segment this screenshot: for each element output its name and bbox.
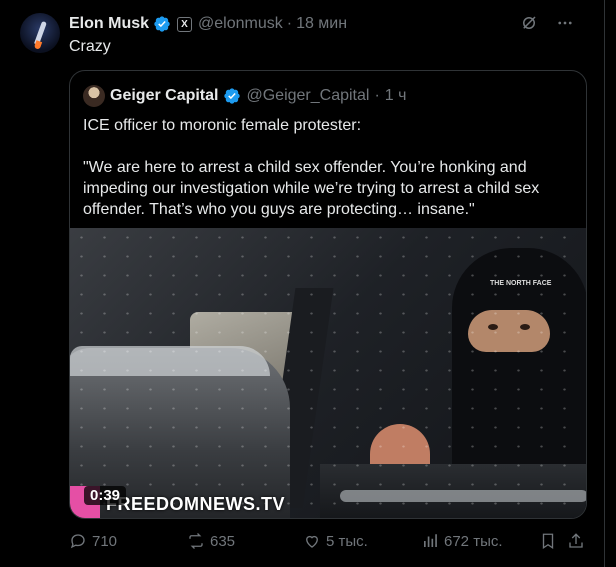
avatar[interactable] — [20, 13, 60, 53]
verified-icon — [224, 88, 241, 104]
share-icon — [569, 533, 583, 548]
like-count: 5 тыс. — [326, 532, 368, 550]
bookmark-button[interactable] — [539, 532, 567, 550]
bookmark-icon — [542, 533, 554, 550]
repost-count: 635 — [210, 532, 236, 550]
quote-header: Geiger Capital @Geiger_Capital · 1 ч — [83, 85, 406, 107]
repost-button[interactable]: 635 — [187, 532, 303, 550]
tweet-header: Elon Musk X @elonmusk · 18 мин — [69, 14, 347, 34]
quote-paragraph-2: "We are here to arrest a child sex offen… — [83, 159, 540, 218]
quote-author-handle[interactable]: @Geiger_Capital — [246, 87, 369, 105]
repost-icon — [189, 533, 203, 549]
like-button[interactable]: 5 тыс. — [303, 532, 421, 550]
header-actions — [520, 14, 574, 32]
flame-icon — [33, 40, 43, 50]
video-snowflakes — [70, 228, 586, 518]
dot-separator: · — [286, 15, 293, 32]
reply-icon — [70, 534, 85, 549]
views-button[interactable]: 672 тыс. — [421, 532, 539, 550]
views-icon — [424, 534, 437, 547]
quote-time[interactable]: 1 ч — [385, 87, 407, 105]
video-player[interactable]: THE NORTH FACE FREEDOMNEWS.TV 0:39 — [70, 228, 586, 518]
views-count: 672 тыс. — [444, 532, 503, 550]
reply-button[interactable]: 710 — [69, 532, 187, 550]
tweet-time[interactable]: 18 мин — [296, 15, 347, 33]
share-button[interactable] — [567, 532, 585, 550]
affiliate-badge[interactable]: X — [177, 16, 193, 32]
quote-avatar[interactable] — [83, 85, 105, 107]
tweet-frame: Elon Musk X @elonmusk · 18 мин Crazy Gei… — [0, 0, 605, 567]
quoted-tweet[interactable]: Geiger Capital @Geiger_Capital · 1 ч ICE… — [69, 70, 587, 519]
author-handle[interactable]: @elonmusk — [198, 15, 283, 33]
quote-author-name[interactable]: Geiger Capital — [110, 87, 218, 105]
action-bar: 710 635 5 тыс. 672 тыс. — [69, 530, 589, 552]
author-name[interactable]: Elon Musk — [69, 15, 149, 33]
tweet-text: Crazy — [69, 38, 111, 55]
heart-icon — [306, 535, 318, 548]
verified-icon — [154, 16, 170, 32]
grok-icon[interactable] — [520, 14, 538, 32]
reply-count: 710 — [92, 532, 118, 550]
quote-text: ICE officer to moronic female protester:… — [83, 115, 579, 241]
quote-paragraph-1: ICE officer to moronic female protester: — [83, 117, 362, 134]
video-watermark: FREEDOMNEWS.TV — [106, 494, 286, 514]
dot-separator: · — [374, 87, 380, 104]
video-duration: 0:39 — [84, 486, 127, 505]
more-icon[interactable] — [556, 14, 574, 32]
